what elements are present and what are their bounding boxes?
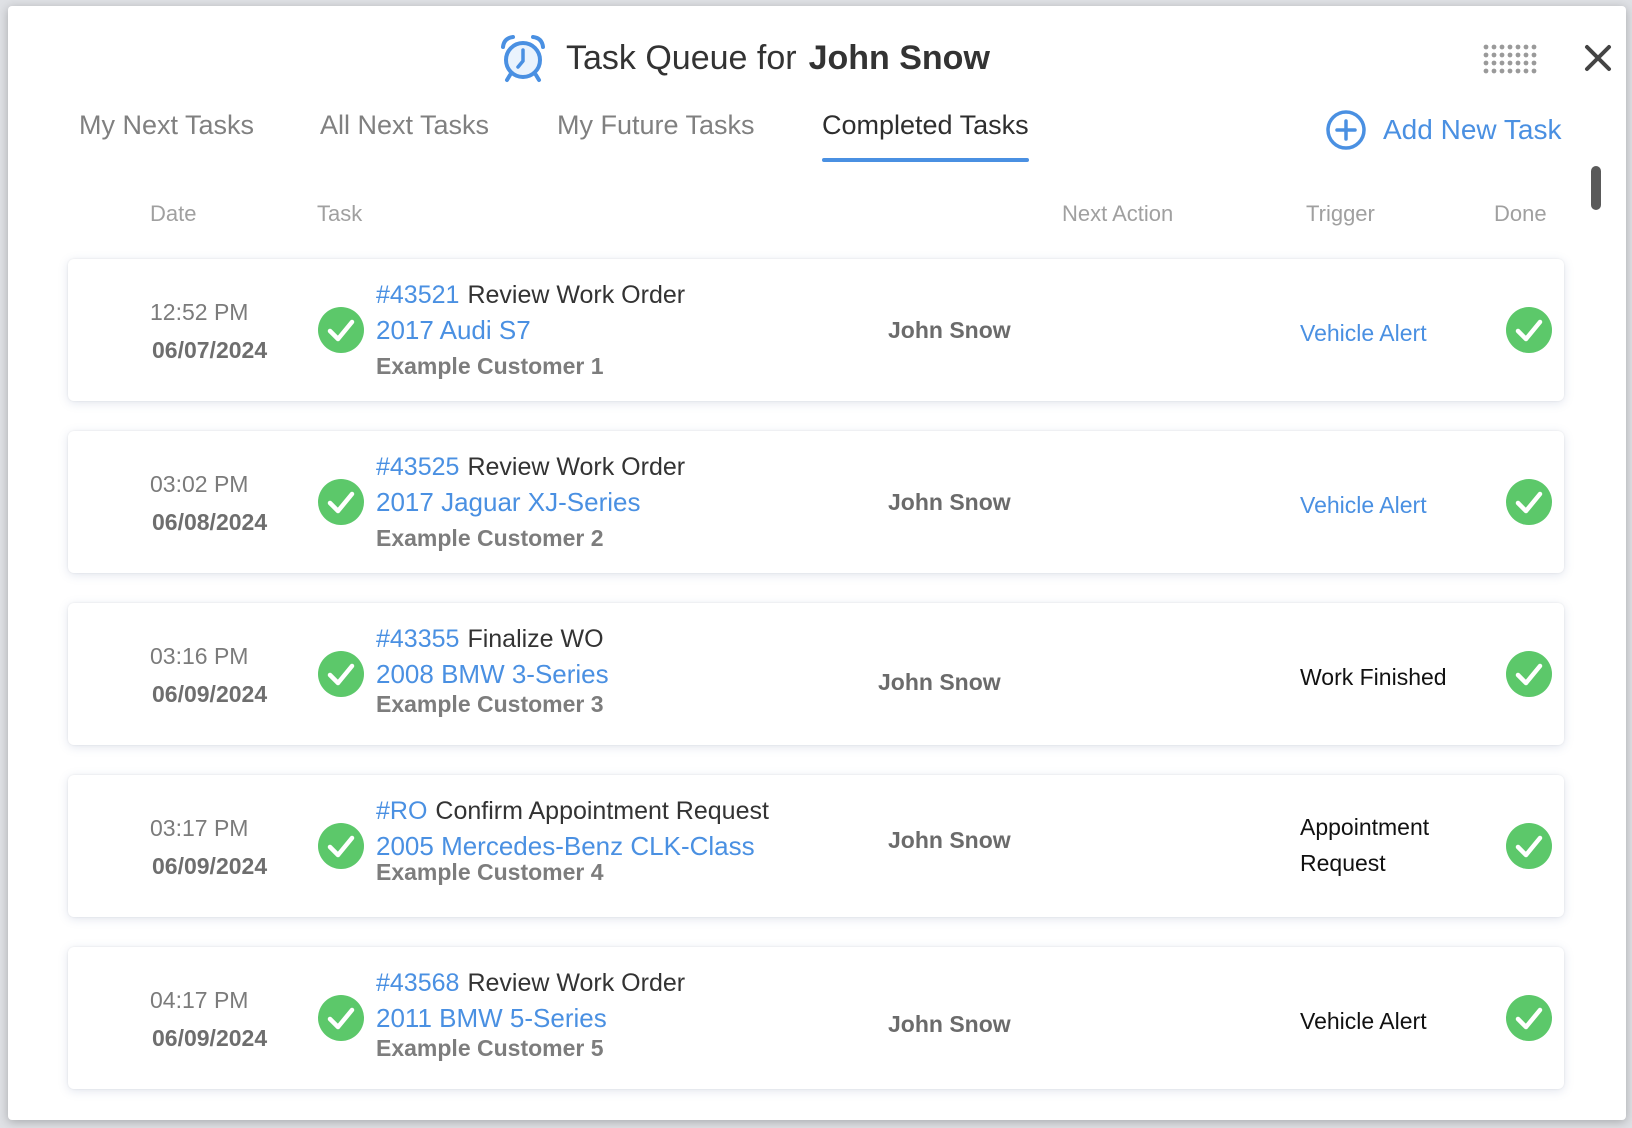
column-header-task: Task xyxy=(317,201,363,226)
next-action-assignee: John Snow xyxy=(888,317,1011,343)
task-date: 06/09/2024 xyxy=(152,681,268,707)
trigger-label: Appointment Request xyxy=(1300,809,1429,881)
column-header-trigger: Trigger xyxy=(1306,201,1375,226)
page-title: Task Queue for John Snow xyxy=(498,30,990,86)
done-check-icon[interactable] xyxy=(1506,823,1552,869)
next-action-assignee: John Snow xyxy=(878,669,1001,695)
vehicle-link[interactable]: 2008 BMW 3-Series xyxy=(376,659,609,690)
customer-name: Example Customer 2 xyxy=(376,525,604,551)
completed-check-icon xyxy=(318,823,364,869)
tab-label: All Next Tasks xyxy=(320,110,490,140)
title-user-name: John Snow xyxy=(808,38,990,77)
task-row[interactable]: 03:17 PM 06/09/2024 #RO Confirm Appointme… xyxy=(68,775,1564,917)
trigger-text-line2: Request xyxy=(1300,850,1386,876)
trigger-text: Appointment xyxy=(1300,814,1430,840)
vehicle-link[interactable]: 2017 Jaguar XJ-Series xyxy=(376,487,640,518)
task-time: 12:52 PM xyxy=(150,299,249,325)
tab-bar: My Next Tasks All Next Tasks My Future T… xyxy=(8,106,1626,166)
work-order-link[interactable]: #43355 xyxy=(376,625,459,653)
tab-label: Completed Tasks xyxy=(822,110,1029,140)
task-row[interactable]: 12:52 PM 06/07/2024 #43521 Review Work Or… xyxy=(68,259,1564,401)
next-action-assignee: John Snow xyxy=(888,489,1011,515)
task-description: Review Work Order xyxy=(467,453,686,481)
task-description: Finalize WO xyxy=(467,625,604,653)
work-order-link[interactable]: #43525 xyxy=(376,453,459,481)
customer-name: Example Customer 1 xyxy=(376,353,604,379)
trigger-text: Vehicle Alert xyxy=(1300,1008,1427,1034)
plus-circle-icon xyxy=(1326,110,1366,150)
vehicle-link[interactable]: 2011 BMW 5-Series xyxy=(376,1003,607,1034)
task-time: 03:16 PM xyxy=(150,643,249,669)
completed-check-icon xyxy=(318,479,364,525)
task-description: Review Work Order xyxy=(467,281,686,309)
close-icon[interactable] xyxy=(1578,38,1618,78)
next-action-assignee: John Snow xyxy=(888,1011,1011,1037)
scrollbar-thumb[interactable] xyxy=(1591,166,1601,210)
title-prefix: Task Queue for xyxy=(566,38,797,77)
task-date: 06/08/2024 xyxy=(152,509,268,535)
work-order-link[interactable]: #RO xyxy=(376,797,427,825)
tab-my-future-tasks[interactable]: My Future Tasks xyxy=(557,110,755,141)
next-action-assignee: John Snow xyxy=(888,827,1011,853)
task-time: 03:17 PM xyxy=(150,815,249,841)
done-check-icon[interactable] xyxy=(1506,995,1552,1041)
task-description: Confirm Appointment Request xyxy=(435,797,769,825)
done-check-icon[interactable] xyxy=(1506,479,1552,525)
customer-name: Example Customer 5 xyxy=(376,1035,604,1061)
task-date: 06/07/2024 xyxy=(152,337,268,363)
tab-completed-tasks[interactable]: Completed Tasks xyxy=(822,110,1029,162)
task-date: 06/09/2024 xyxy=(152,853,268,879)
task-description: Review Work Order xyxy=(467,969,686,997)
grid-menu-icon[interactable] xyxy=(1483,44,1537,74)
vehicle-link[interactable]: 2017 Audi S7 xyxy=(376,315,531,346)
column-header-next-action: Next Action xyxy=(1062,201,1174,226)
done-check-icon[interactable] xyxy=(1506,651,1552,697)
work-order-link[interactable]: #43568 xyxy=(376,969,459,997)
trigger-label: Work Finished xyxy=(1300,659,1447,695)
trigger-text: Vehicle Alert xyxy=(1300,320,1427,346)
trigger-text: Vehicle Alert xyxy=(1300,492,1427,518)
tab-label: My Next Tasks xyxy=(79,110,255,140)
task-row[interactable]: 03:02 PM 06/08/2024 #43525 Review Work Or… xyxy=(68,431,1564,573)
task-title: #RO Confirm Appointment Request xyxy=(376,797,769,826)
modal-header: Task Queue for John Snow xyxy=(8,6,1626,106)
alarm-clock-icon xyxy=(501,35,545,82)
task-title: #43355 Finalize WO xyxy=(376,625,604,654)
task-date: 06/09/2024 xyxy=(152,1025,268,1051)
customer-name: Example Customer 3 xyxy=(376,691,604,717)
work-order-link[interactable]: #43521 xyxy=(376,281,459,309)
task-time: 04:17 PM xyxy=(150,987,249,1013)
completed-check-icon xyxy=(318,307,364,353)
task-row[interactable]: 04:17 PM 06/09/2024 #43568 Review Work Or… xyxy=(68,947,1564,1089)
completed-check-icon xyxy=(318,995,364,1041)
trigger-label: Vehicle Alert xyxy=(1300,1003,1427,1039)
add-new-task-label: Add New Task xyxy=(1383,114,1562,145)
task-title: #43521 Review Work Order xyxy=(376,281,685,310)
tab-my-next-tasks[interactable]: My Next Tasks xyxy=(79,110,254,141)
trigger-link[interactable]: Vehicle Alert xyxy=(1300,315,1427,351)
tab-label: My Future Tasks xyxy=(557,110,755,140)
add-new-task-button[interactable]: Add New Task xyxy=(1325,106,1561,154)
task-queue-modal: Task Queue for John Snow My Next Tasks A… xyxy=(8,6,1626,1120)
vehicle-link[interactable]: 2005 Mercedes-Benz CLK-Class xyxy=(376,831,755,862)
completed-check-icon xyxy=(318,651,364,697)
task-title: #43568 Review Work Order xyxy=(376,969,685,998)
task-time: 03:02 PM xyxy=(150,471,249,497)
active-tab-indicator xyxy=(822,158,1029,162)
trigger-text: Work Finished xyxy=(1300,664,1447,690)
column-header-date: Date xyxy=(150,201,197,226)
customer-name: Example Customer 4 xyxy=(376,859,604,885)
tab-all-next-tasks[interactable]: All Next Tasks xyxy=(320,110,489,141)
task-row[interactable]: 03:16 PM 06/09/2024 #43355 Finalize WO 20… xyxy=(68,603,1564,745)
done-check-icon[interactable] xyxy=(1506,307,1552,353)
trigger-link[interactable]: Vehicle Alert xyxy=(1300,487,1427,523)
column-header-done: Done xyxy=(1494,201,1547,226)
task-title: #43525 Review Work Order xyxy=(376,453,685,482)
